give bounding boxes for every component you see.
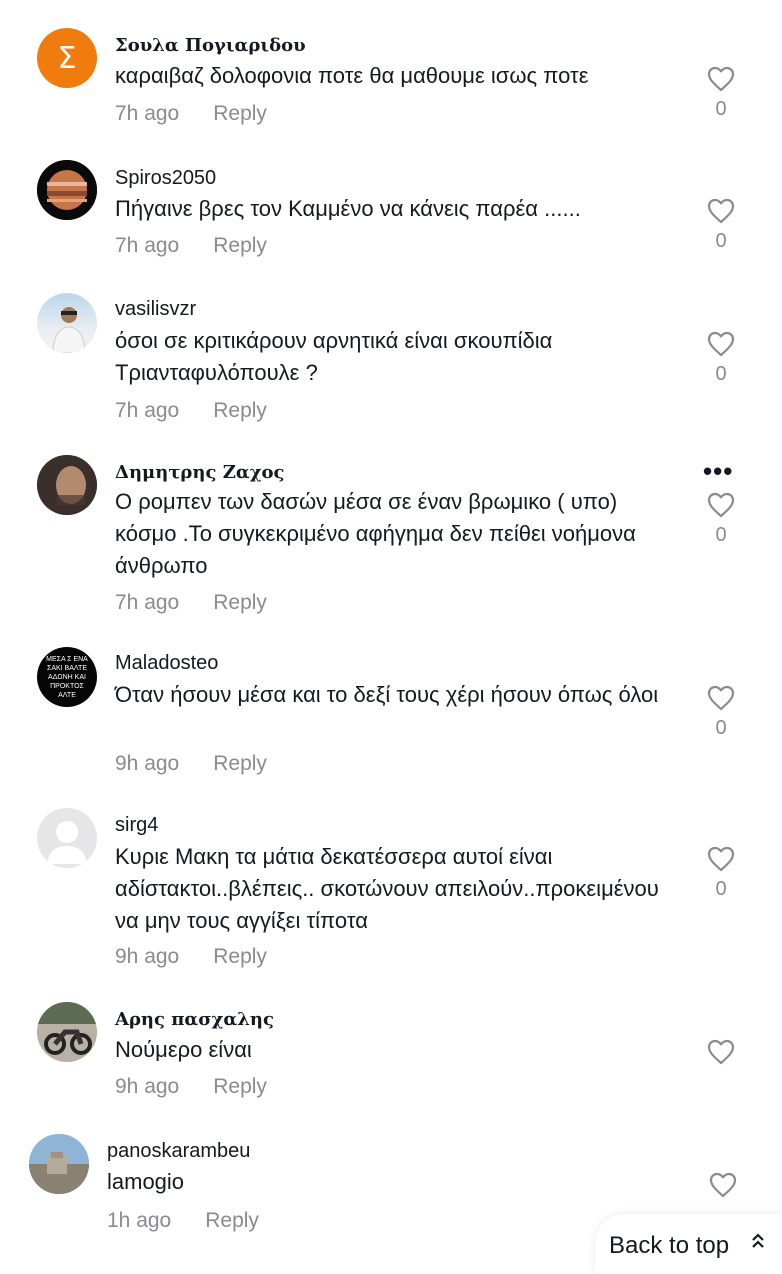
reply-button[interactable]: Reply [213, 945, 267, 968]
comment-meta: 7h ago Reply [115, 102, 267, 126]
reply-button[interactable]: Reply [213, 752, 267, 775]
more-options-button[interactable]: ••• [703, 456, 733, 487]
avatar[interactable] [37, 1002, 97, 1062]
comment-meta: 1h ago Reply [107, 1209, 259, 1233]
like-button[interactable]: 0 [701, 66, 741, 121]
reply-button[interactable]: Reply [213, 591, 267, 614]
reply-button[interactable]: Reply [213, 102, 267, 125]
default-user-icon [47, 821, 87, 864]
like-button[interactable] [701, 1039, 741, 1065]
comment-username[interactable]: Αρης πασχαλης [115, 1008, 274, 1032]
heart-icon [707, 1039, 735, 1065]
like-count: 0 [715, 98, 727, 120]
back-to-top-label: Back to top [609, 1232, 730, 1259]
comment-username[interactable]: Maladosteo [115, 651, 218, 675]
comment-meta: 7h ago Reply [115, 591, 267, 615]
like-button[interactable]: 0 [701, 331, 741, 386]
landscape-photo [29, 1134, 89, 1194]
heart-icon [707, 198, 735, 224]
heart-icon [707, 492, 735, 518]
comment-text: lamogio [107, 1169, 185, 1194]
comment-username[interactable]: Δημητρης Ζαχος [115, 461, 285, 485]
comment-meta: 9h ago Reply [115, 1075, 267, 1099]
heart-icon [707, 846, 735, 872]
comment-username[interactable]: Σουλα Πογιαριδου [115, 34, 306, 58]
comment-username[interactable]: vasilisvzr [115, 297, 196, 321]
avatar[interactable]: ΜΕΣΑ Σ ΕΝΑ ΣΑΚΙ ΒΑΛΤΕ ΑΔΩΝΗ ΚΑΙ ΠΡΟΚΤΟΣ … [37, 647, 97, 707]
avatar[interactable] [29, 1134, 89, 1194]
comment-text: καραιβαζ δολοφονια ποτε θα μαθουμε ισως … [115, 63, 589, 88]
reply-button[interactable]: Reply [213, 1075, 267, 1098]
comment-text: Όταν ήσουν μέσα και το δεξί τους χέρι ήσ… [115, 682, 659, 707]
avatar[interactable] [37, 808, 97, 868]
comment-time: 7h ago [115, 234, 180, 257]
heart-icon [709, 1172, 737, 1198]
like-button[interactable]: 0 [701, 685, 741, 740]
like-count: 0 [715, 717, 727, 739]
comment-text: Κυριε Μακη τα μάτια δεκατέσσερα αυτοί εί… [115, 844, 659, 933]
avatar-letter: Σ [57, 40, 77, 76]
like-count: 0 [715, 363, 727, 385]
comment-time: 1h ago [107, 1209, 172, 1232]
double-chevron-up-icon [752, 1233, 764, 1248]
comment-meta: 9h ago Reply [115, 752, 267, 776]
heart-icon [707, 66, 735, 92]
motorcycle-photo [37, 1002, 97, 1062]
comment-text: Νούμερο είναι [115, 1037, 252, 1062]
comment-text: Πήγαινε βρες τον Καμμένο να κάνεις παρέα… [115, 196, 581, 221]
like-button[interactable]: 0 [701, 492, 741, 547]
comment-time: 9h ago [115, 752, 180, 775]
comment-username[interactable]: sirg4 [115, 813, 158, 837]
comment-meta: 7h ago Reply [115, 399, 267, 423]
comment-username[interactable]: panoskarambeu [107, 1139, 250, 1163]
reply-button[interactable]: Reply [205, 1209, 259, 1232]
planet-image [37, 160, 97, 220]
like-count: 0 [715, 230, 727, 252]
avatar[interactable]: Σ [37, 28, 97, 88]
avatar[interactable] [37, 293, 97, 353]
comment-time: 7h ago [115, 591, 180, 614]
comment-username[interactable]: Spiros2050 [115, 166, 216, 190]
reply-button[interactable]: Reply [213, 234, 267, 257]
heart-icon [707, 685, 735, 711]
avatar-caption: ΜΕΣΑ Σ ΕΝΑ ΣΑΚΙ ΒΑΛΤΕ ΑΔΩΝΗ ΚΑΙ ΠΡΟΚΤΟΣ … [46, 655, 88, 699]
comment-meta: 7h ago Reply [115, 234, 267, 258]
comment-time: 7h ago [115, 399, 180, 422]
like-button[interactable]: 0 [701, 198, 741, 253]
heart-icon [707, 331, 735, 357]
like-button[interactable]: 0 [701, 846, 741, 901]
comment-text: όσοι σε κριτικάρουν αρνητικά είναι σκουπ… [115, 328, 553, 385]
back-to-top-button[interactable]: Back to top [595, 1214, 782, 1274]
comment-time: 9h ago [115, 945, 180, 968]
avatar[interactable] [37, 160, 97, 220]
like-button[interactable] [703, 1172, 743, 1198]
like-count: 0 [715, 878, 727, 900]
comment-time: 7h ago [115, 102, 180, 125]
comment-text: Ο ρομπεν των δασών μέσα σε έναν βρωμικο … [115, 489, 636, 578]
reply-button[interactable]: Reply [213, 399, 267, 422]
avatar[interactable] [37, 455, 97, 515]
person-photo [37, 455, 97, 515]
person-photo [52, 307, 86, 353]
comment-meta: 9h ago Reply [115, 945, 267, 969]
comment-time: 9h ago [115, 1075, 180, 1098]
like-count: 0 [715, 524, 727, 546]
